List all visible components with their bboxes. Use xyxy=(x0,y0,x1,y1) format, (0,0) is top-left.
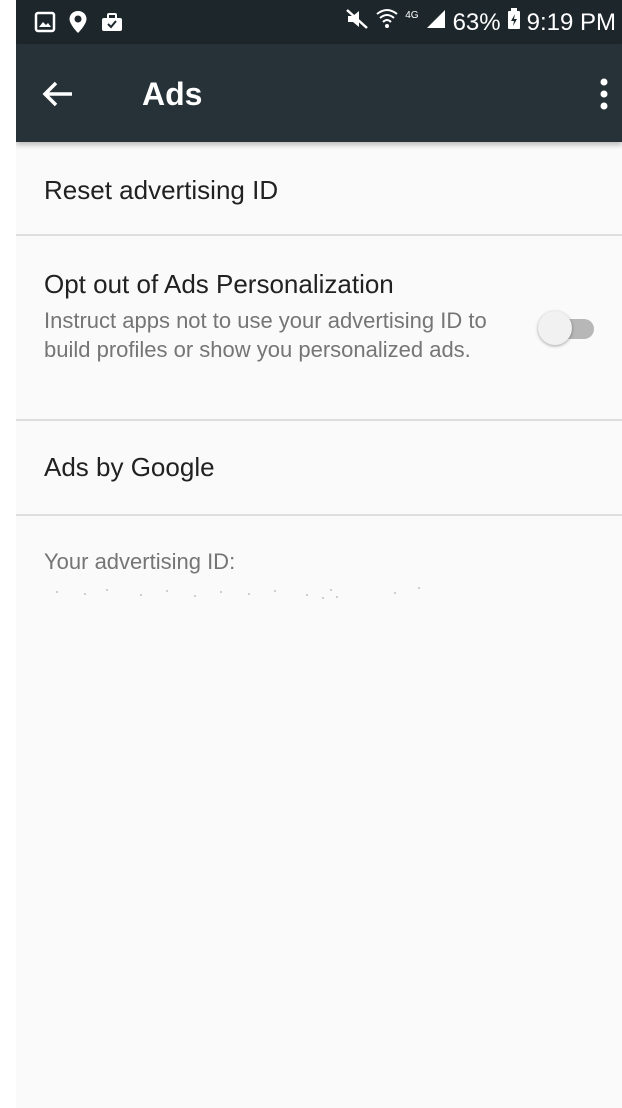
advertising-id-value-redacted xyxy=(44,581,424,601)
opt-out-summary: Instruct apps not to use your advertisin… xyxy=(44,308,487,362)
reset-advertising-id-item[interactable]: Reset advertising ID xyxy=(16,142,622,236)
mute-icon xyxy=(345,7,369,39)
toggle-thumb xyxy=(538,311,572,345)
page-title: Ads xyxy=(142,76,203,112)
advertising-id-label: Your advertising ID: xyxy=(44,549,236,574)
ads-by-google-label: Ads by Google xyxy=(44,452,215,482)
gallery-icon xyxy=(34,11,56,38)
status-left-icons xyxy=(34,10,124,39)
battery-icon xyxy=(507,7,521,39)
back-arrow-icon xyxy=(38,81,78,118)
reset-advertising-id-label: Reset advertising ID xyxy=(44,175,279,205)
back-button[interactable] xyxy=(38,74,78,114)
opt-out-toggle[interactable] xyxy=(538,310,596,346)
more-vert-icon xyxy=(594,78,614,116)
status-bar: 4G 63% 9:19 PM xyxy=(16,0,622,44)
status-right-icons: 4G 63% 9:19 PM xyxy=(345,6,616,39)
signal-icon xyxy=(425,7,447,39)
wifi-icon xyxy=(375,6,399,39)
more-options-button[interactable] xyxy=(594,76,614,112)
location-icon xyxy=(68,10,88,39)
settings-list: Reset advertising ID Opt out of Ads Pers… xyxy=(16,142,622,599)
battery-percent: 63% xyxy=(452,8,501,36)
opt-out-ads-personalization-item[interactable]: Opt out of Ads Personalization Instruct … xyxy=(16,236,622,421)
opt-out-title: Opt out of Ads Personalization xyxy=(44,269,394,299)
phone-screen: 4G 63% 9:19 PM Ads Reset advertising ID … xyxy=(16,0,622,1108)
app-bar: Ads xyxy=(16,44,622,142)
network-type-label: 4G xyxy=(405,10,419,21)
briefcase-icon xyxy=(100,11,124,38)
ads-by-google-item[interactable]: Ads by Google xyxy=(16,421,622,516)
clock: 9:19 PM xyxy=(526,8,616,36)
